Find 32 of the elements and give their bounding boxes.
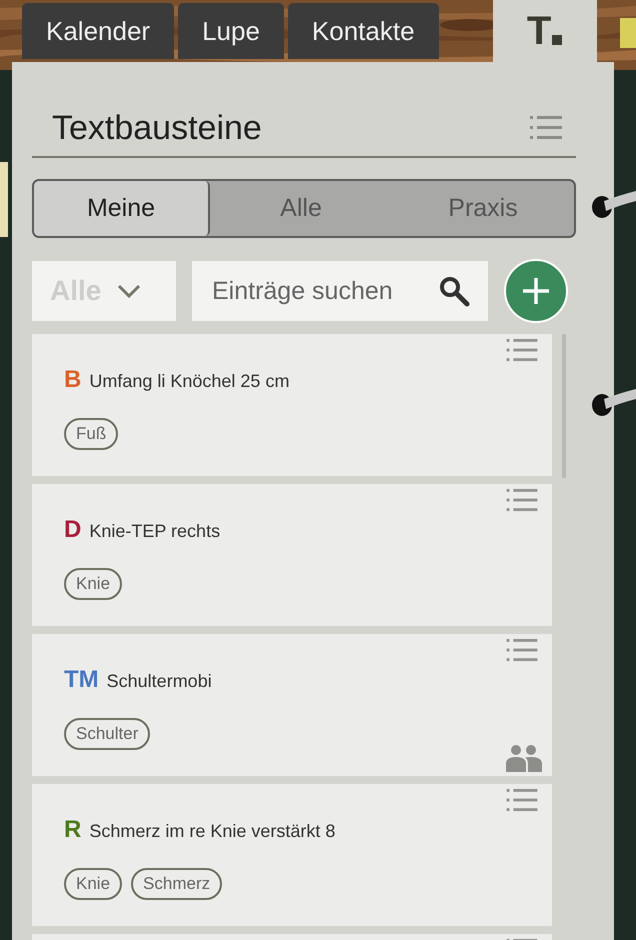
panel-title: Textbausteine (52, 108, 262, 148)
entry-title: Schmerz im re Knie verstärkt 8 (89, 821, 336, 842)
list-icon[interactable] (506, 488, 538, 513)
tag: Schulter (64, 718, 150, 750)
list-icon[interactable] (506, 338, 538, 363)
search-field[interactable]: Einträge suchen (192, 261, 488, 321)
entry-card[interactable]: R Schmerz im re Knie verstärkt 8 Knie Schmerz (32, 784, 552, 926)
tab[interactable]: Kalender (22, 3, 174, 59)
tab[interactable]: Lupe (178, 3, 284, 59)
list-icon[interactable] (506, 638, 538, 663)
tag: Schmerz (131, 868, 222, 900)
list-icon[interactable] (530, 115, 562, 141)
search-icon[interactable] (438, 275, 470, 307)
entry-title: Schultermobi (106, 671, 212, 692)
segment-tab[interactable]: Meine (34, 181, 210, 236)
plus-icon (521, 276, 551, 306)
tag: Knie (64, 868, 122, 900)
entry-abbreviation: B (64, 366, 82, 394)
entry-card[interactable]: D Knie-TEP rechts Knie (32, 484, 552, 626)
entry-abbreviation: R (64, 816, 82, 844)
entry-abbreviation: TM (64, 666, 99, 694)
logo-tab[interactable]: T (492, 0, 597, 62)
entry-title: Umfang li Knöchel 25 cm (89, 371, 290, 392)
entry-card[interactable]: B Umfang li Knöchel 25 cm Fuß (32, 334, 552, 476)
chevron-down-icon (117, 284, 142, 298)
entry-title: Knie-TEP rechts (89, 521, 220, 542)
tag: Knie (64, 568, 122, 600)
entry-card[interactable]: TM Schultermobi Schulter (32, 634, 552, 776)
tab[interactable]: Kontakte (288, 3, 439, 59)
list-icon[interactable] (506, 788, 538, 813)
tag: Fuß (64, 418, 118, 450)
entry-abbreviation: D (64, 516, 82, 544)
